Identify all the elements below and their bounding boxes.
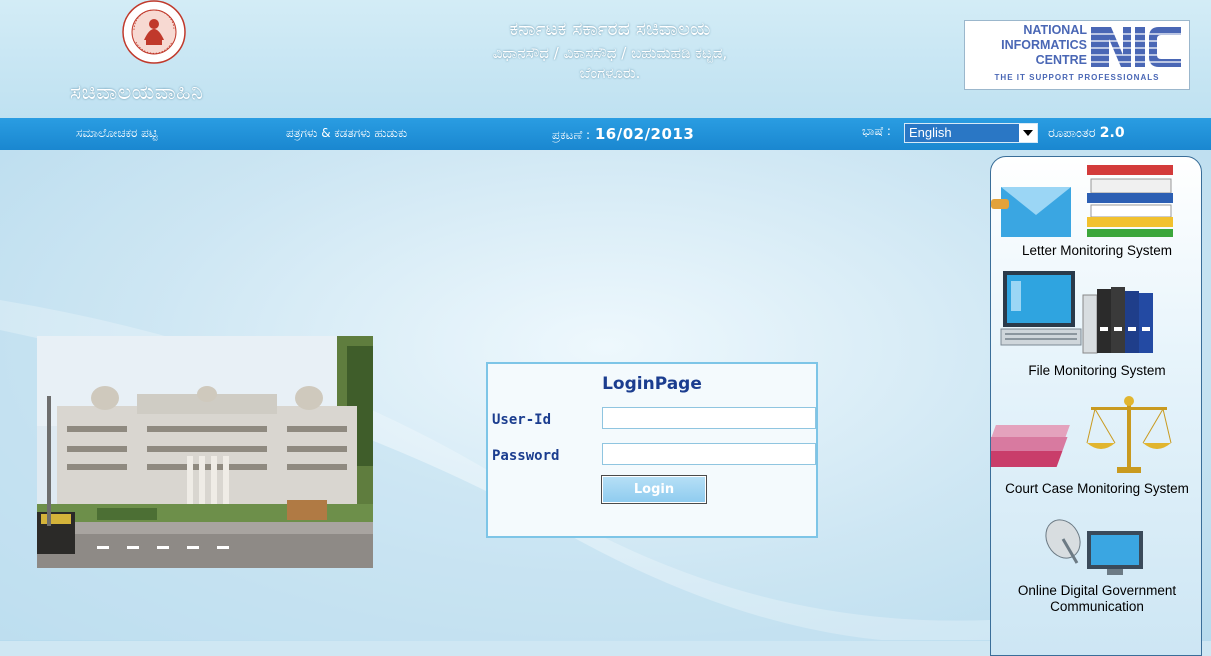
- userid-input[interactable]: [602, 407, 816, 429]
- court-case-monitoring-link[interactable]: Court Case Monitoring System: [991, 389, 1201, 517]
- secretariat-title: ಕರ್ನಾಟಕ ಸರ್ಕಾರದ ಸಚಿವಾಲಯ ವಿಧಾನಸೌಧ / ವಿಕಾಸ…: [400, 18, 820, 82]
- version-label: ರೂಪಾಂತರ: [1048, 126, 1096, 141]
- nav-search-letters-files-link[interactable]: ಪತ್ರಗಳು & ಕಡತಗಳು ಹುಡುಕು: [286, 126, 407, 141]
- password-input[interactable]: [602, 443, 816, 465]
- file-monitoring-label: File Monitoring System: [1028, 363, 1166, 378]
- file-monitoring-link[interactable]: File Monitoring System: [991, 267, 1201, 383]
- title-line-3: ಬೆಂಗಳೂರು.: [579, 64, 641, 82]
- version-info: ರೂಪಾಂತರ 2.0: [1048, 125, 1125, 141]
- nic-line-3: CENTRE: [1035, 53, 1087, 67]
- version-number: 2.0: [1099, 125, 1125, 141]
- monitoring-systems-sidebar: Letter Monitoring System File Monitoring…: [990, 156, 1202, 656]
- nic-name: NATIONAL INFORMATICS CENTRE: [969, 23, 1087, 68]
- release-label: ಪ್ರಕಟಣೆ :: [552, 128, 591, 142]
- login-button[interactable]: Login: [601, 475, 707, 504]
- userid-label: User-Id: [492, 412, 552, 428]
- title-line-1: ಕರ್ನಾಟಕ ಸರ್ಕಾರದ ಸಚಿವಾಲಯ: [509, 18, 711, 40]
- scales-of-justice-icon: [991, 396, 1172, 473]
- dropdown-arrow-icon[interactable]: [1019, 124, 1037, 142]
- nav-bar: ಸಮಾಲೋಚಕರ ಪಟ್ಟಿ ಪತ್ರಗಳು & ಕಡತಗಳು ಹುಡುಕು ಪ…: [0, 118, 1211, 150]
- language-label: ಭಾಷೆ :: [862, 124, 891, 138]
- language-select[interactable]: English: [904, 123, 1038, 143]
- nav-reviewer-list-link[interactable]: ಸಮಾಲೋಚಕರ ಪಟ್ಟಿ: [76, 126, 158, 141]
- nic-tagline: THE IT SUPPORT PROFESSIONALS: [994, 73, 1160, 82]
- login-panel: LoginPage User-Id Password Login: [486, 362, 818, 538]
- computer-files-icon: [1000, 271, 1153, 354]
- letter-tray-icon: [991, 165, 1173, 237]
- letter-monitoring-link[interactable]: Letter Monitoring System: [991, 157, 1201, 263]
- nic-logo: NATIONAL INFORMATICS CENTRE THE IT SUPPO…: [964, 20, 1190, 90]
- letter-monitoring-label: Letter Monitoring System: [1021, 243, 1173, 258]
- karnataka-emblem-icon: [122, 0, 186, 64]
- page-header: ಸಚಿವಾಲಯವಾಹಿನಿ ಕರ್ನಾಟಕ ಸರ್ಕಾರದ ಸಚಿವಾಲಯ ವಿ…: [0, 0, 1211, 118]
- nic-line-1: NATIONAL: [1023, 23, 1087, 37]
- language-selected-value: English: [909, 125, 952, 140]
- password-label: Password: [492, 448, 560, 464]
- satellite-computer-icon: [1045, 519, 1143, 575]
- site-brand: ಸಚಿವಾಲಯವಾಹಿನಿ: [70, 80, 204, 104]
- nic-line-2: INFORMATICS: [1001, 38, 1087, 52]
- release-info: ಪ್ರಕಟಣೆ : 16/02/2013: [552, 125, 694, 143]
- release-date: 16/02/2013: [594, 125, 695, 143]
- nic-letters-icon: [1091, 27, 1183, 67]
- title-line-2: ವಿಧಾನಸೌಧ / ವಿಕಾಸಸೌಧ / ಬಹುಮಹಡಿ ಕಟ್ಟಡ,: [492, 44, 728, 62]
- online-digital-gov-comm-label: Online Digital Government Communication: [1017, 583, 1177, 614]
- vidhana-soudha-photo: [37, 336, 373, 568]
- court-case-monitoring-label: Court Case Monitoring System: [1005, 481, 1189, 496]
- online-digital-gov-comm-link[interactable]: Online Digital Government Communication: [991, 515, 1201, 625]
- login-title: LoginPage: [602, 374, 702, 394]
